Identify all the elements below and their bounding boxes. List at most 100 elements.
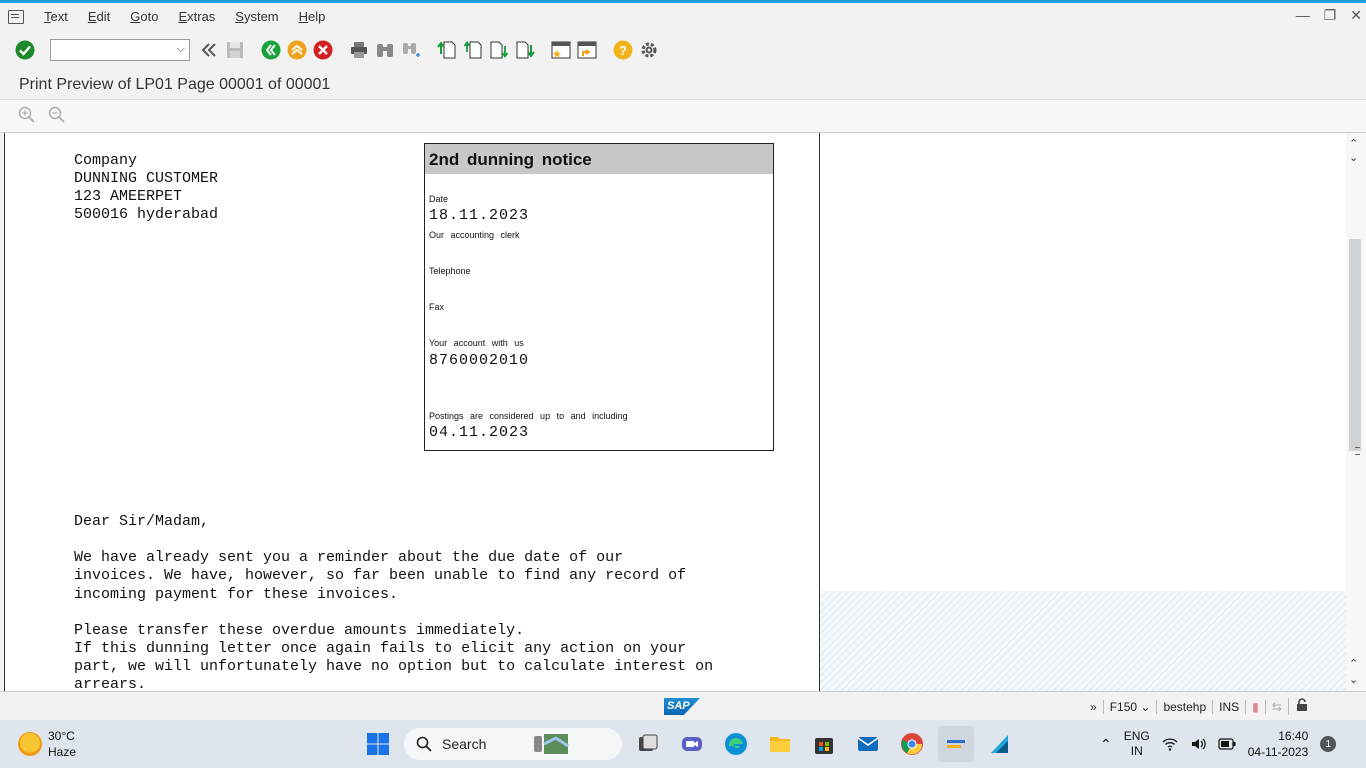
previous-page-button[interactable] — [462, 39, 484, 61]
double-chevron-left-icon — [201, 43, 216, 57]
scroll-thumb[interactable] — [1349, 239, 1361, 455]
store-button[interactable] — [806, 726, 842, 762]
task-view-button[interactable] — [630, 726, 666, 762]
expand-status-icon[interactable]: » — [1084, 700, 1103, 714]
clock-date: 04-11-2023 — [1247, 745, 1309, 759]
file-explorer-button[interactable] — [762, 726, 798, 762]
last-page-icon — [516, 41, 535, 59]
close-window-icon[interactable]: ✕ — [1350, 6, 1362, 24]
scroll-down-icon[interactable]: ⌄ — [1349, 673, 1358, 686]
new-window-icon — [551, 41, 571, 59]
svg-text:?: ? — [619, 43, 627, 58]
notification-badge[interactable]: 1 — [1320, 736, 1337, 752]
menu-goto[interactable]: Goto — [120, 9, 168, 24]
teams-button[interactable] — [674, 726, 710, 762]
shortcut-icon — [577, 41, 597, 59]
weather-widget[interactable]: 30°C Haze — [18, 728, 76, 760]
lock-icon[interactable] — [1287, 698, 1315, 715]
page-title: Print Preview of LP01 Page 00001 of 0000… — [19, 76, 331, 93]
vertical-scrollbar[interactable]: ⌃ ⌄ ⌃ ⌄ — [1346, 133, 1366, 691]
volume-icon[interactable] — [1190, 736, 1206, 752]
restore-icon[interactable]: ❐ — [1324, 6, 1337, 24]
wifi-icon[interactable] — [1162, 736, 1178, 752]
enter-button[interactable] — [14, 39, 36, 61]
help-button[interactable]: ? — [612, 39, 634, 61]
menu-help[interactable]: Help — [289, 9, 336, 24]
window-controls: — ❐ ✕ — [1296, 6, 1362, 24]
weather-description: Haze — [48, 745, 77, 759]
sap-logon-button[interactable] — [938, 726, 974, 762]
zoom-out-button[interactable] — [48, 106, 66, 127]
clock[interactable]: 16:40 04-11-2023 — [1248, 728, 1309, 760]
menu-text[interactable]: Text — [34, 9, 78, 24]
status-info: » F150 ⌄ bestehp INS ▮ ⇆ — [1084, 698, 1315, 715]
back-button[interactable] — [260, 39, 282, 61]
mail-button[interactable] — [850, 726, 886, 762]
cancel-icon — [313, 40, 333, 60]
collapse-toolbar-button[interactable] — [198, 39, 220, 61]
first-page-button[interactable] — [436, 39, 458, 61]
scroll-down-icon[interactable]: ⌄ — [1349, 151, 1358, 164]
standard-toolbar: ⌵ ? — [0, 30, 1366, 70]
system-tray: ⌃ ENG IN 16:40 04-11-2023 1 — [1100, 728, 1337, 760]
language-indicator[interactable]: ENG IN — [1124, 729, 1150, 759]
menu-edit[interactable]: Edit — [78, 9, 120, 24]
windows-taskbar: 30°C Haze Search ⌃ ENG IN 16:40 04-11-20… — [0, 720, 1366, 768]
minimize-icon[interactable]: — — [1296, 6, 1310, 24]
shortcut-button[interactable] — [576, 39, 598, 61]
find-button[interactable] — [374, 39, 396, 61]
fax-label: Fax — [429, 302, 445, 312]
search-label: Search — [442, 736, 487, 752]
previous-page-icon — [463, 40, 482, 59]
printer-icon — [351, 42, 367, 58]
menu-extras[interactable]: Extras — [168, 9, 225, 24]
zoom-in-icon — [18, 106, 35, 123]
customize-layout-button[interactable] — [638, 39, 660, 61]
letter-line: Please transfer these overdue amounts im… — [74, 621, 525, 639]
date-label: Date — [429, 194, 449, 204]
system-dropdown[interactable]: F150 ⌄ — [1102, 699, 1157, 714]
title-bar: Print Preview of LP01 Page 00001 of 0000… — [0, 70, 1366, 100]
salutation: Dear Sir/Madam, — [74, 513, 210, 530]
next-page-button[interactable] — [488, 39, 510, 61]
cancel-button[interactable] — [312, 39, 334, 61]
scroll-up-icon[interactable]: ⌃ — [1349, 657, 1358, 670]
chevron-up-icon[interactable]: ⌃ — [1100, 736, 1112, 753]
empty-area-hatch — [820, 591, 1347, 691]
map-icon — [534, 734, 570, 754]
command-input[interactable] — [51, 40, 171, 60]
menu-bar: Text Edit Goto Extras System Help — ❐ ✕ — [0, 0, 1366, 30]
gear-icon — [641, 42, 657, 58]
weather-temperature: 30°C — [48, 729, 75, 743]
print-button[interactable] — [348, 39, 370, 61]
last-page-button[interactable] — [514, 39, 536, 61]
document-viewport: Company DUNNING CUSTOMER 123 AMEERPET 50001… — [4, 133, 1347, 691]
find-next-button[interactable] — [400, 39, 422, 61]
start-button[interactable] — [360, 726, 396, 762]
postings-value: 04.11.2023 — [429, 424, 530, 441]
battery-icon[interactable] — [1218, 738, 1236, 750]
task-view-icon — [639, 734, 658, 751]
new-session-button[interactable] — [550, 39, 572, 61]
zoom-out-icon — [48, 106, 65, 123]
command-field[interactable]: ⌵ — [50, 39, 190, 61]
edge-button[interactable] — [718, 726, 754, 762]
triangle-app-icon — [991, 735, 1008, 753]
sap-app-button[interactable] — [982, 726, 1018, 762]
scroll-up-icon[interactable]: ⌃ — [1349, 137, 1358, 150]
address-line: 500016 hyderabad — [74, 206, 219, 223]
insert-mode[interactable]: INS — [1212, 699, 1245, 714]
chevron-down-icon[interactable]: ⌵ — [177, 43, 185, 56]
clerk-label: Our accounting clerk — [429, 230, 520, 240]
dunning-info-box: 2nd dunning notice Date 18.11.2023 Our a… — [424, 143, 774, 451]
taskbar-search[interactable]: Search — [404, 728, 622, 760]
account-label: Your account with us — [429, 338, 524, 348]
system-menu-icon[interactable] — [8, 9, 24, 24]
notice-heading: 2nd dunning notice — [425, 144, 773, 174]
exit-button[interactable] — [286, 39, 308, 61]
menu-system[interactable]: System — [225, 9, 288, 24]
status-indicator-icon: ▮ — [1245, 699, 1265, 714]
zoom-in-button[interactable] — [18, 106, 36, 127]
chrome-button[interactable] — [894, 726, 930, 762]
letter-line: If this dunning letter once again fails … — [74, 640, 687, 658]
